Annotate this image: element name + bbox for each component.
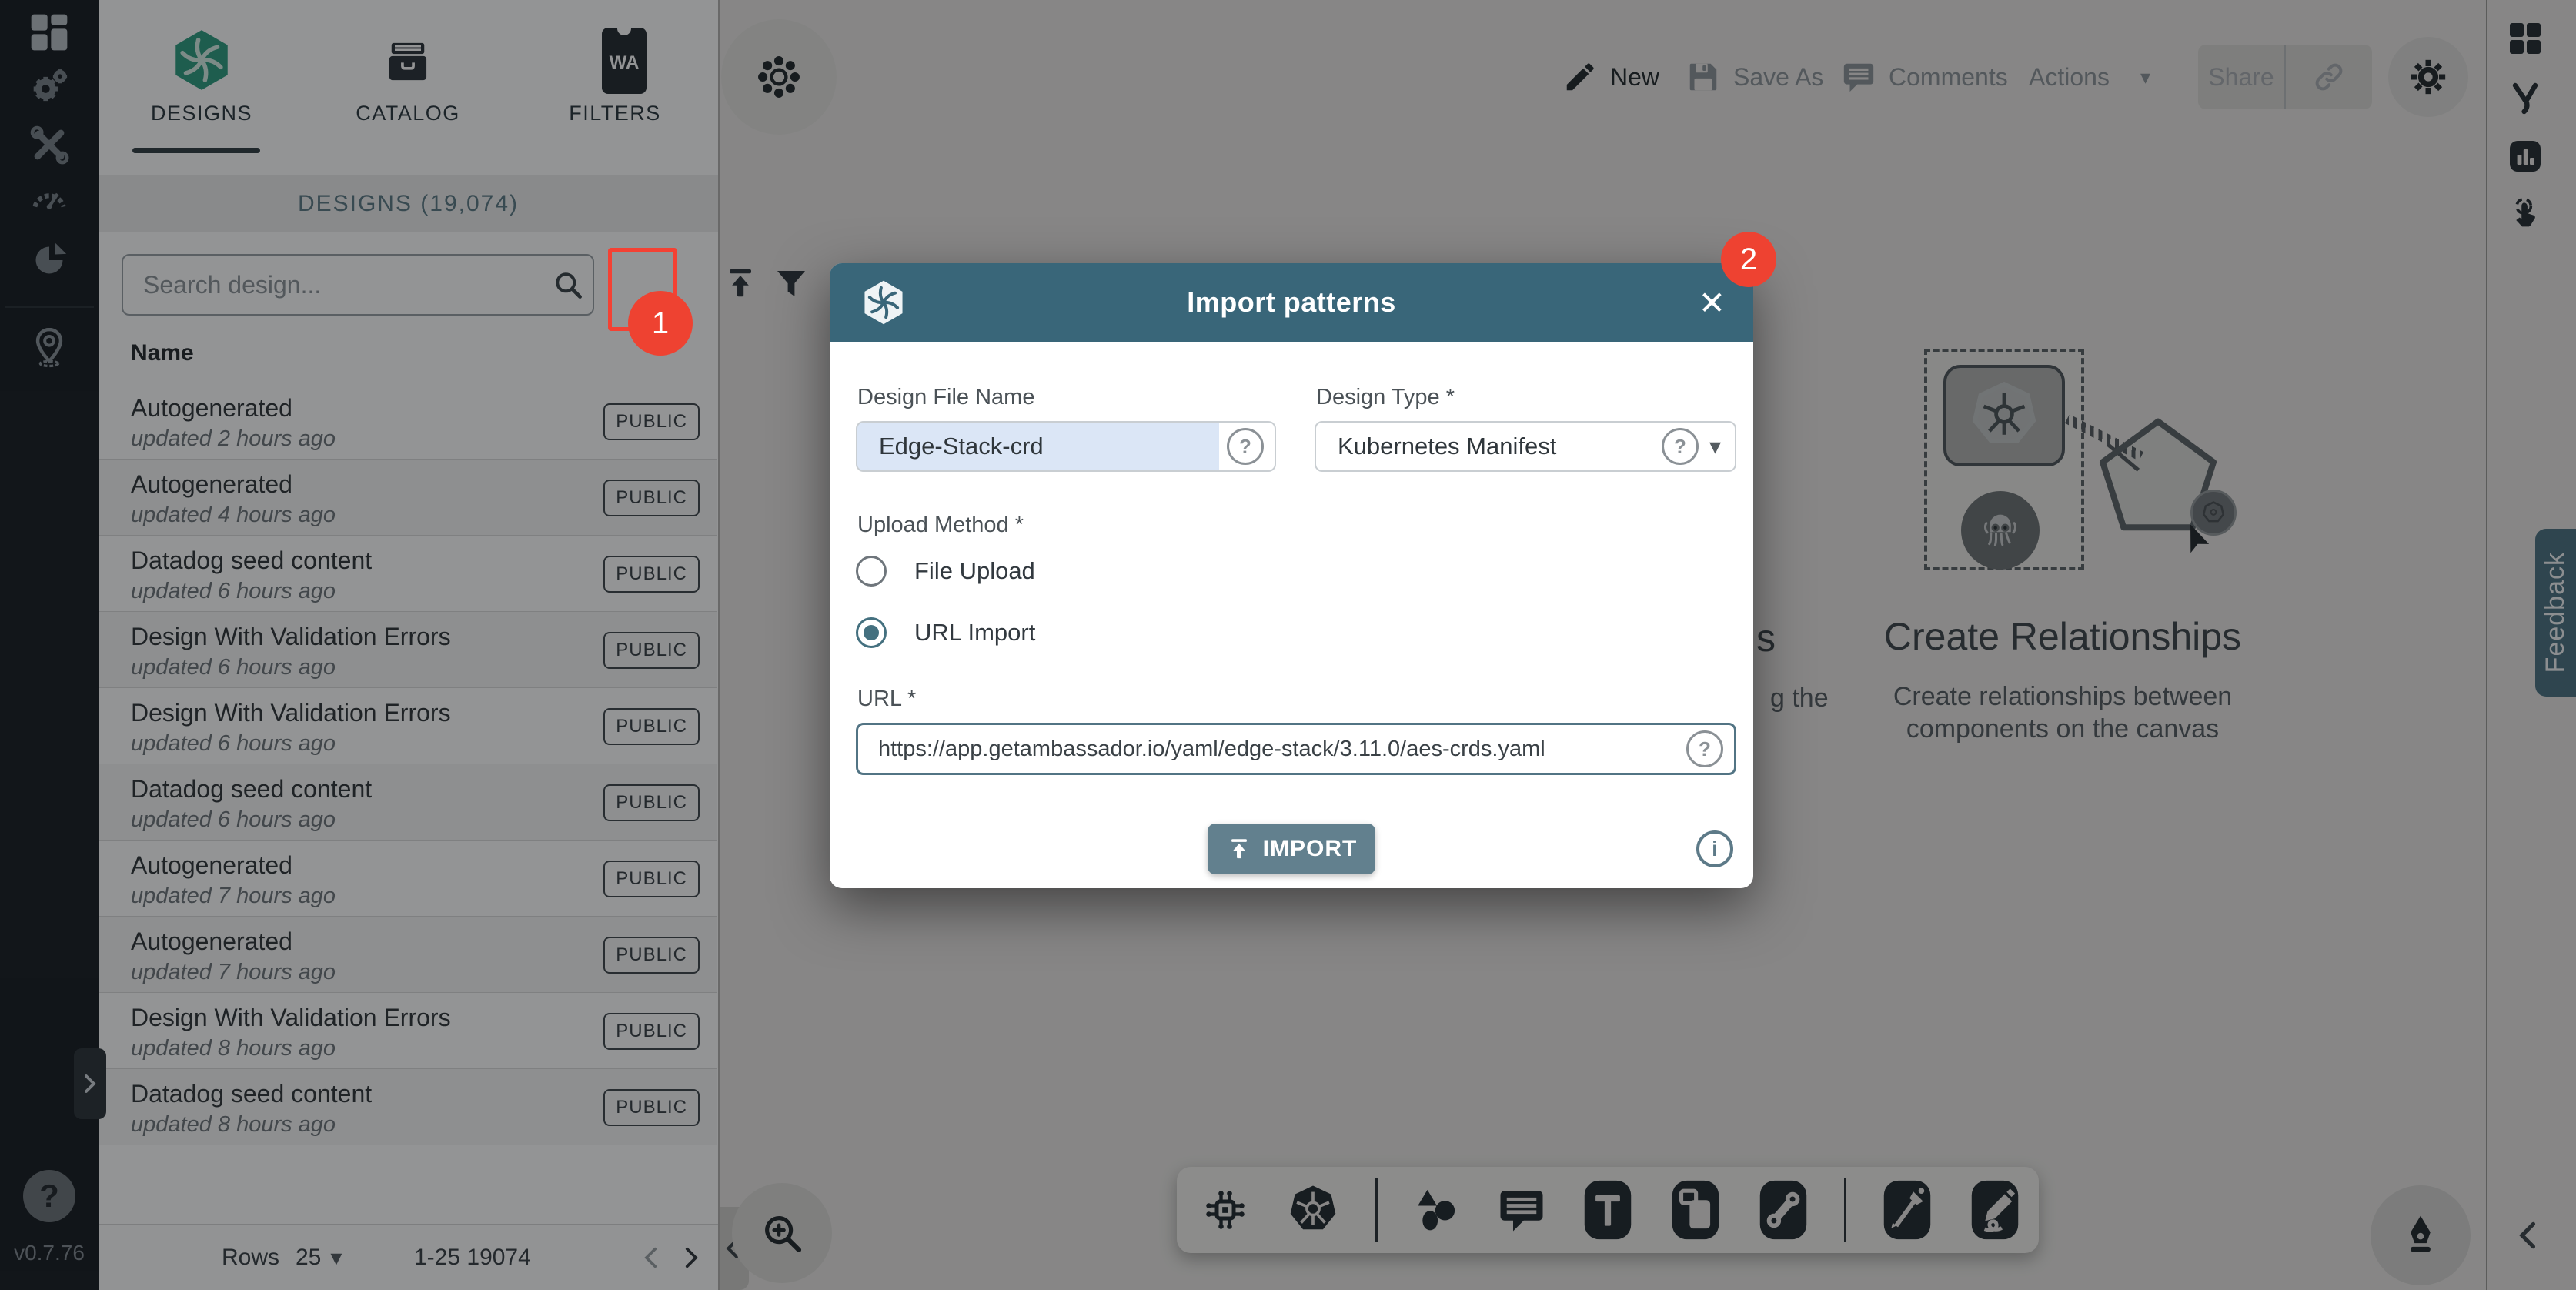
tutorial-step-2-badge: 2 [1721, 232, 1776, 287]
help-icon[interactable]: ? [1227, 428, 1264, 465]
modal-title: Import patterns [830, 263, 1753, 342]
upload-method-label: Upload Method * [857, 513, 1024, 538]
radio-unselected-icon[interactable] [856, 556, 887, 587]
url-import-option[interactable]: URL Import [856, 614, 1035, 651]
design-file-name-label: Design File Name [857, 385, 1034, 410]
close-icon: ✕ [1699, 284, 1726, 322]
url-input[interactable] [858, 737, 1686, 762]
url-import-label: URL Import [914, 619, 1035, 647]
help-icon[interactable]: ? [1662, 428, 1699, 465]
design-file-name-input[interactable] [857, 433, 1227, 460]
url-label: URL * [857, 687, 916, 712]
upload-icon [1226, 836, 1252, 862]
design-type-label: Design Type * [1316, 385, 1455, 410]
modal-header: Import patterns ✕ [830, 263, 1753, 342]
info-icon: i [1712, 837, 1718, 861]
help-icon[interactable]: ? [1686, 730, 1723, 767]
url-field: ? [856, 723, 1736, 775]
import-patterns-modal: Import patterns ✕ Design File Name ? Des… [830, 263, 1753, 888]
import-label: IMPORT [1263, 836, 1358, 862]
file-upload-option[interactable]: File Upload [856, 553, 1035, 590]
caret-down-icon: ▾ [1709, 433, 1721, 460]
design-type-value: Kubernetes Manifest [1316, 433, 1662, 460]
info-button[interactable]: i [1696, 830, 1733, 867]
design-file-name-field: ? [856, 421, 1276, 472]
file-upload-label: File Upload [914, 557, 1035, 585]
import-button[interactable]: IMPORT [1208, 824, 1375, 874]
design-type-select[interactable]: Kubernetes Manifest ? ▾ [1315, 421, 1736, 472]
radio-selected-icon[interactable] [856, 617, 887, 648]
tutorial-step-1-badge: 1 [628, 291, 693, 356]
close-modal-button[interactable]: ✕ [1699, 263, 1726, 342]
meshery-app: ? v0.7.76 DESIGNS [0, 0, 2576, 1290]
